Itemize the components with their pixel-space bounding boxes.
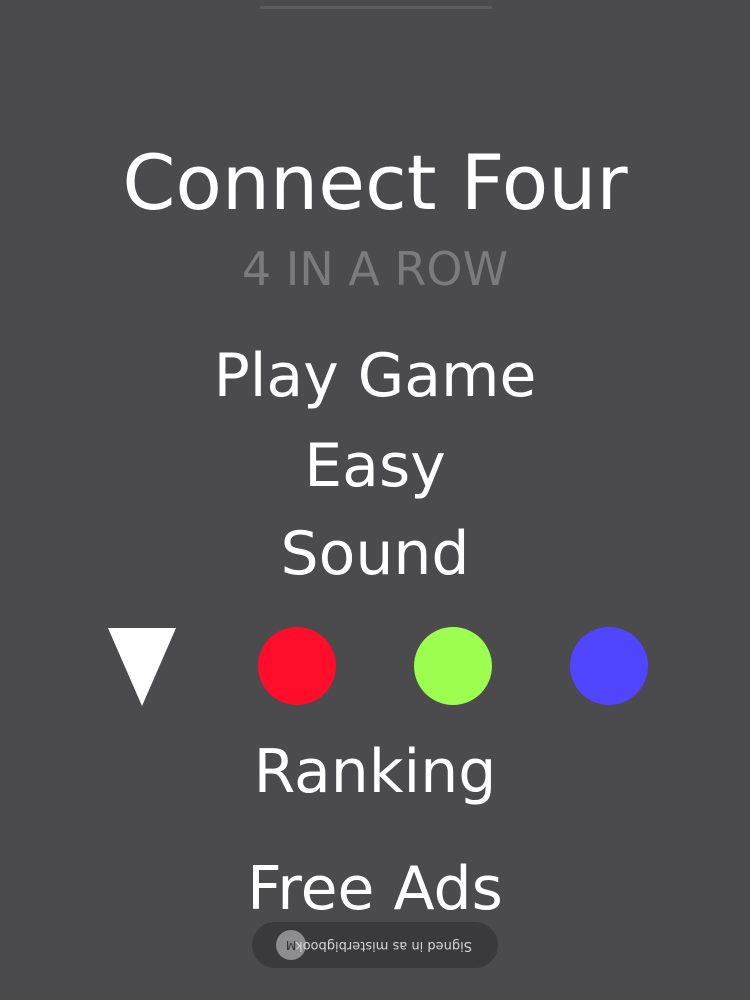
free-ads-button[interactable]: Free Ads <box>0 853 750 925</box>
difficulty-toggle-button[interactable]: Easy <box>0 430 750 502</box>
play-game-button[interactable]: Play Game <box>0 340 750 412</box>
signin-toast: M Signed in as misterbigbook <box>252 922 498 968</box>
triangle-down-icon <box>108 628 176 706</box>
color-selector-row <box>0 626 750 706</box>
ranking-button[interactable]: Ranking <box>0 736 750 808</box>
color-option-red[interactable] <box>258 627 336 705</box>
signin-toast-text: Signed in as misterbigbook <box>295 938 472 953</box>
sound-toggle-button[interactable]: Sound <box>0 518 750 590</box>
game-subtitle: 4 IN A ROW <box>241 242 509 296</box>
top-handle-bar <box>260 6 492 9</box>
color-option-green[interactable] <box>414 627 492 705</box>
color-option-blue[interactable] <box>570 627 648 705</box>
game-title: Connect Four <box>122 138 628 227</box>
